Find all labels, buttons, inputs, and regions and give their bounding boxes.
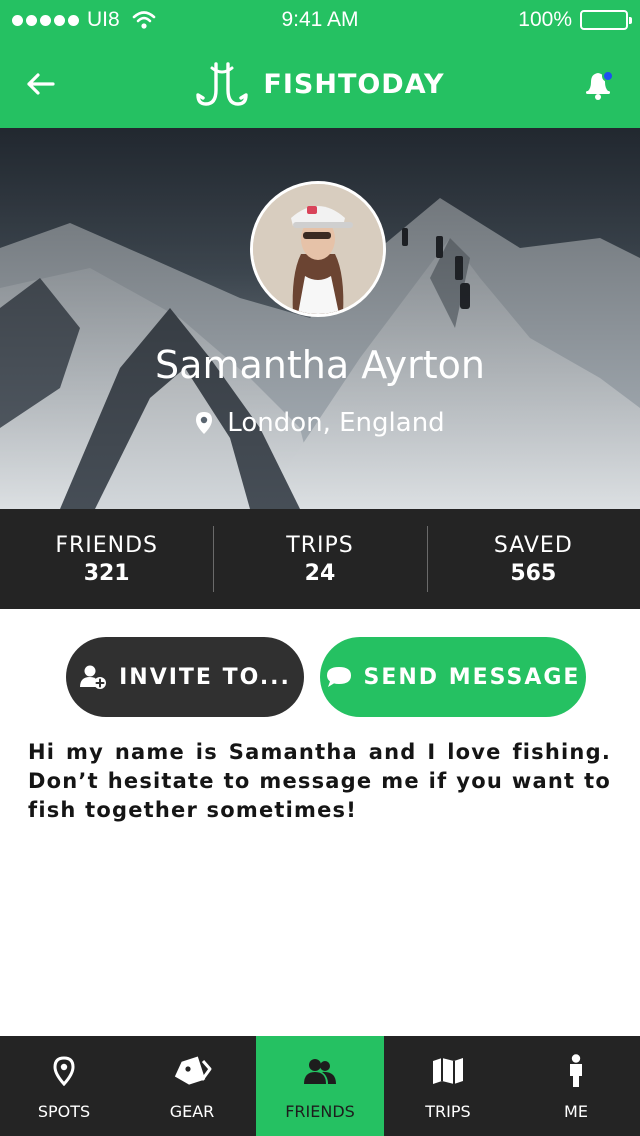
profile-actions: INVITE TO... SEND MESSAGE	[0, 637, 640, 717]
person-icon	[570, 1054, 582, 1087]
stat-trips[interactable]: TRIPS 24	[213, 509, 426, 609]
battery-percent: 100%	[518, 8, 572, 31]
profile-name: Samantha Ayrton	[155, 343, 485, 387]
stat-saved[interactable]: SAVED 565	[426, 509, 640, 609]
send-message-label: SEND MESSAGE	[363, 664, 581, 690]
fishhooks-logo-icon	[196, 62, 249, 106]
profile-location: London, England	[0, 408, 640, 438]
battery-icon	[580, 10, 632, 30]
stat-label: FRIENDS	[55, 532, 159, 558]
tab-me[interactable]: ME	[512, 1036, 640, 1136]
map-pin-icon	[196, 412, 213, 434]
stat-value: 565	[510, 560, 557, 586]
tab-icon-wrap	[53, 1054, 75, 1088]
status-right: 100%	[518, 8, 632, 32]
stats-bar: FRIENDS 321 TRIPS 24 SAVED 565	[0, 509, 640, 609]
tab-gear[interactable]: GEAR	[128, 1036, 256, 1136]
location-text: London, England	[227, 408, 445, 438]
bell-icon	[586, 73, 610, 100]
tab-trips[interactable]: TRIPS	[384, 1036, 512, 1136]
invite-button[interactable]: INVITE TO...	[66, 637, 304, 717]
stat-friends[interactable]: FRIENDS 321	[0, 509, 213, 609]
nav-bar: FISHTODAY	[0, 40, 640, 128]
status-bar: UI8 9:41 AM 100%	[0, 0, 640, 40]
users-icon	[304, 1059, 336, 1084]
tab-label: TRIPS	[425, 1102, 471, 1121]
tab-label: SPOTS	[37, 1102, 91, 1121]
invite-button-label: INVITE TO...	[119, 664, 291, 690]
profile-bio: Hi my name is Samantha and I love fishin…	[28, 740, 611, 822]
map-icon	[433, 1058, 463, 1084]
tab-icon-wrap	[567, 1054, 585, 1088]
stat-label: SAVED	[493, 532, 573, 558]
tab-label: FRIENDS	[285, 1102, 355, 1121]
add-user-icon	[80, 665, 107, 689]
chat-bubble-icon	[326, 667, 351, 687]
tab-icon-wrap	[172, 1054, 212, 1088]
app-title: FISHTODAY	[263, 68, 445, 100]
stat-value: 24	[304, 560, 336, 586]
avatar-photo	[253, 184, 383, 314]
top-bar: UI8 9:41 AM 100% FISHTODAY	[0, 0, 640, 128]
profile-avatar[interactable]	[250, 181, 386, 317]
tab-label: ME	[564, 1102, 588, 1121]
tab-label: GEAR	[169, 1102, 215, 1121]
notifications-button[interactable]	[578, 64, 618, 104]
tab-icon-wrap	[302, 1054, 338, 1088]
stat-label: TRIPS	[286, 532, 354, 558]
notification-badge	[602, 70, 614, 82]
profile-header: Samantha Ayrton London, England	[0, 128, 640, 509]
tab-spots[interactable]: SPOTS	[0, 1036, 128, 1136]
tab-icon-wrap	[432, 1054, 464, 1088]
tag-icon	[174, 1056, 212, 1085]
tab-friends[interactable]: FRIENDS	[256, 1036, 384, 1136]
stat-value: 321	[83, 560, 130, 586]
map-pin-icon	[53, 1056, 75, 1086]
tab-bar: SPOTS GEAR FRIENDS TRIPS ME	[0, 1036, 640, 1136]
brand: FISHTODAY	[0, 60, 640, 108]
send-message-button[interactable]: SEND MESSAGE	[320, 637, 586, 717]
